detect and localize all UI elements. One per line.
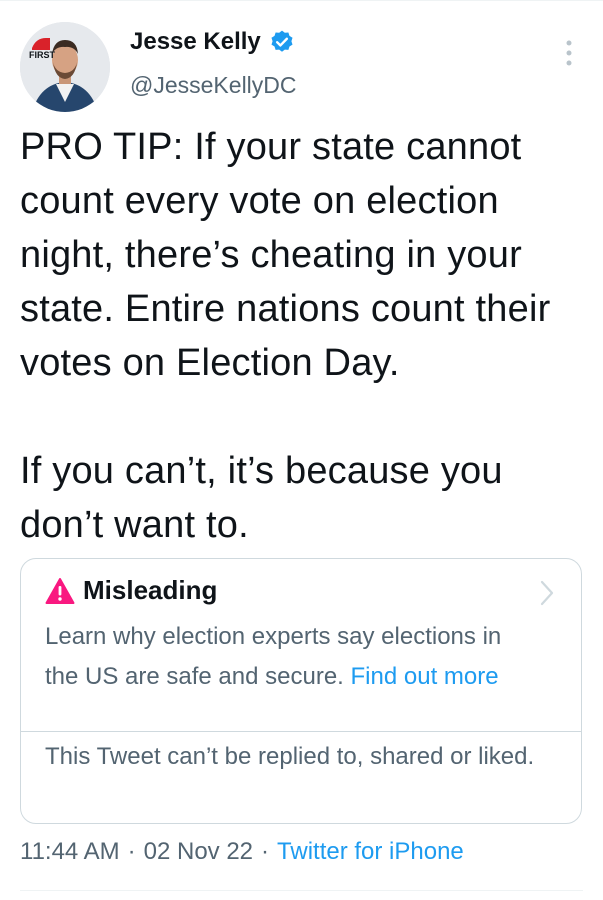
- tweet-source[interactable]: Twitter for iPhone: [277, 838, 464, 866]
- author-handle[interactable]: @JesseKellyDC: [130, 72, 297, 99]
- author-name[interactable]: Jesse Kelly: [130, 28, 261, 56]
- warning-title: Misleading: [83, 575, 218, 605]
- author-avatar[interactable]: FIRST: [20, 22, 110, 112]
- find-out-more-link[interactable]: Find out more: [351, 663, 499, 690]
- bottom-divider: [20, 890, 583, 891]
- avatar-photo-icon: FIRST: [20, 22, 110, 112]
- verified-badge-icon: [271, 30, 293, 52]
- tweet-metadata: 11:44 AM · 02 Nov 22 · Twitter for iPhon…: [20, 838, 464, 866]
- meta-separator: ·: [261, 838, 270, 865]
- warning-header: Misleading: [45, 575, 217, 606]
- warning-triangle-icon: [45, 577, 75, 604]
- more-options-icon[interactable]: [563, 38, 575, 68]
- meta-separator: ·: [127, 838, 136, 865]
- tweet-time[interactable]: 11:44 AM: [20, 838, 120, 866]
- top-divider: [0, 0, 603, 1]
- card-divider: [21, 731, 581, 732]
- tweet-text: PRO TIP: If your state cannot count ever…: [20, 126, 551, 546]
- tweet-date[interactable]: 02 Nov 22: [144, 838, 253, 866]
- chevron-right-icon[interactable]: [539, 579, 555, 607]
- author-name-row[interactable]: Jesse Kelly: [130, 28, 295, 56]
- reply-restriction-notice: This Tweet can’t be replied to, shared o…: [45, 743, 535, 770]
- misleading-warning-card[interactable]: Misleading Learn why election experts sa…: [20, 558, 582, 824]
- svg-text:FIRST: FIRST: [29, 50, 56, 60]
- warning-body: Learn why election experts say elections…: [45, 617, 515, 697]
